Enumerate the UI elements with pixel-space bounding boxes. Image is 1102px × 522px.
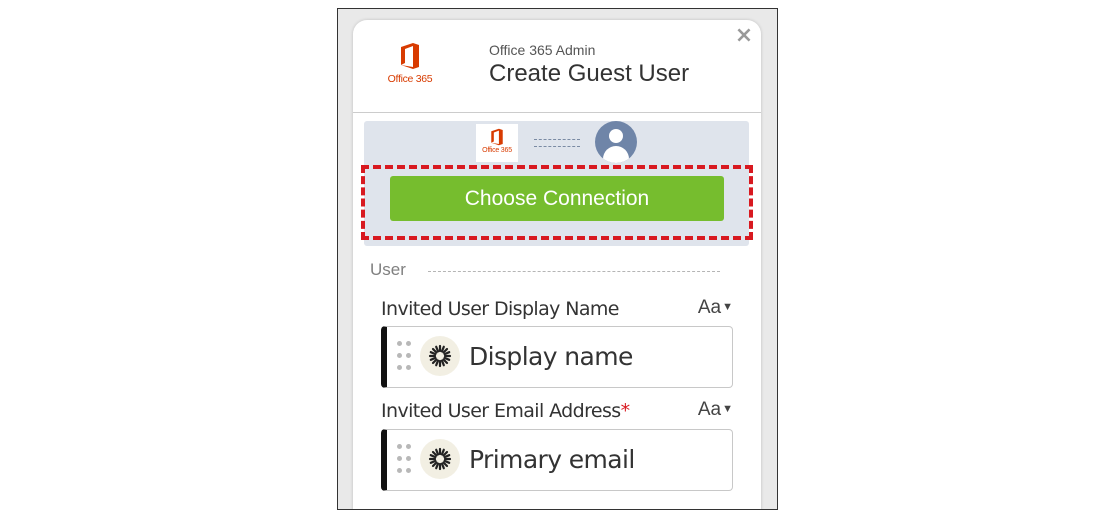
email-address-field[interactable]: Primary email <box>381 429 733 491</box>
email-address-label: Invited User Email Address* <box>381 400 631 422</box>
screenshot-frame: × Office 365 Office 365 Admin Create Gue… <box>337 8 778 510</box>
user-avatar-icon <box>595 121 637 163</box>
caret-down-icon: ▼ <box>722 301 733 313</box>
connection-link-icon <box>534 139 580 147</box>
step-panel: × Office 365 Office 365 Admin Create Gue… <box>353 20 761 509</box>
caret-down-icon: ▼ <box>722 403 733 415</box>
section-divider <box>428 271 720 272</box>
email-address-value: Primary email <box>469 445 635 474</box>
format-label: Aa <box>697 297 722 318</box>
drag-handle-icon[interactable] <box>397 444 411 476</box>
office365-logo: Office 365 <box>383 42 437 92</box>
sunburst-icon <box>420 336 460 376</box>
display-name-field[interactable]: Display name <box>381 326 733 388</box>
sunburst-icon <box>420 439 460 479</box>
required-indicator: * <box>620 400 631 422</box>
office365-logo-icon <box>491 128 503 146</box>
office365-logo-icon <box>401 43 419 69</box>
close-icon[interactable]: × <box>733 25 755 47</box>
office365-logo-text: Office 365 <box>387 73 433 85</box>
display-name-label-text: Invited User Display Name <box>381 298 619 320</box>
avatar-head <box>609 129 623 143</box>
section-label: User <box>370 260 406 279</box>
display-name-label: Invited User Display Name <box>381 298 619 320</box>
display-name-value: Display name <box>469 342 633 371</box>
office365-app-logo: Office 365 <box>476 124 518 162</box>
header-divider <box>353 112 761 113</box>
choose-connection-button[interactable]: Choose Connection <box>390 176 724 221</box>
drag-handle-icon[interactable] <box>397 341 411 373</box>
format-label: Aa <box>697 399 722 420</box>
email-address-label-text: Invited User Email Address <box>381 400 621 422</box>
email-address-format-button[interactable]: Aa▼ <box>698 399 733 421</box>
avatar-body <box>603 146 629 163</box>
page-title: Create Guest User <box>489 60 690 87</box>
app-name: Office 365 Admin <box>489 42 596 58</box>
office365-logo-text: Office 365 <box>482 147 512 154</box>
display-name-format-button[interactable]: Aa▼ <box>698 297 733 319</box>
